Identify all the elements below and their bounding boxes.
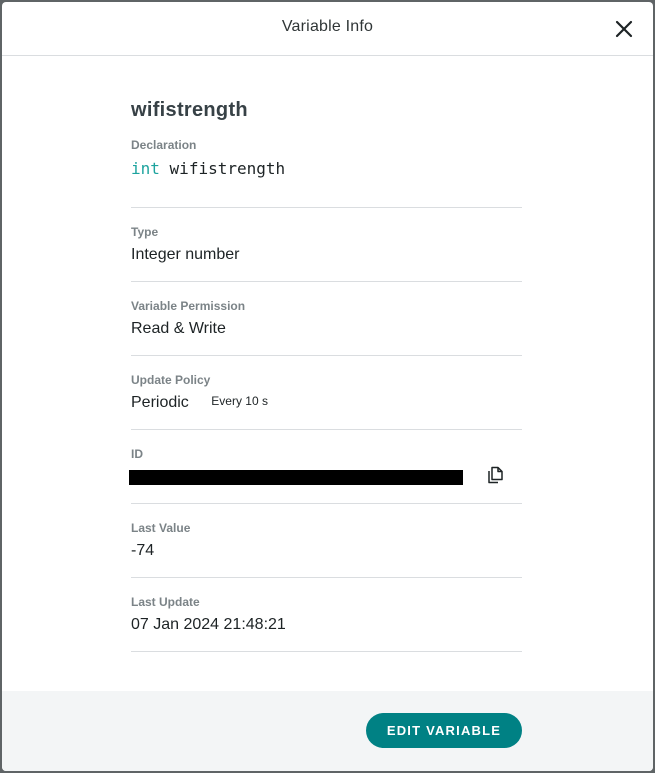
last-value-field: Last Value -74 <box>131 504 522 578</box>
permission-field: Variable Permission Read & Write <box>131 282 522 356</box>
update-policy-interval: Every 10 s <box>211 394 268 408</box>
close-icon <box>615 20 633 38</box>
type-label: Type <box>131 225 159 239</box>
type-field: Type Integer number <box>131 208 522 282</box>
declaration-value: int wifistrength <box>131 159 285 178</box>
type-value: Integer number <box>131 246 240 263</box>
last-update-label: Last Update <box>131 595 200 609</box>
variable-name: wifistrength <box>131 99 248 121</box>
modal-header: Variable Info <box>2 2 653 56</box>
declaration-label: Declaration <box>131 138 197 152</box>
id-value-redacted <box>129 470 463 485</box>
last-value-label: Last Value <box>131 521 191 535</box>
last-value-value: -74 <box>131 542 155 559</box>
edit-variable-button[interactable]: EDIT VARIABLE <box>366 713 522 748</box>
copy-icon <box>488 466 503 484</box>
permission-value: Read & Write <box>131 320 226 337</box>
copy-id-button[interactable] <box>485 465 505 485</box>
declaration-identifier: wifistrength <box>169 159 286 178</box>
modal-title: Variable Info <box>281 18 374 35</box>
update-policy-field: Update Policy Periodic Every 10 s <box>131 356 522 430</box>
update-policy-value: Periodic <box>131 394 189 411</box>
declaration-field: Declaration int wifistrength <box>131 135 522 208</box>
close-button[interactable] <box>613 18 635 40</box>
modal-footer: EDIT VARIABLE <box>2 691 653 771</box>
last-update-value: 07 Jan 2024 21:48:21 <box>131 616 286 633</box>
permission-label: Variable Permission <box>131 299 246 313</box>
variable-info-modal: Variable Info wifistrength Declaration i… <box>2 2 653 771</box>
variable-details: wifistrength Declaration int wifistrengt… <box>129 56 522 652</box>
declaration-keyword: int <box>131 159 160 178</box>
update-policy-value-row: Periodic Every 10 s <box>131 394 268 412</box>
id-label: ID <box>131 447 143 461</box>
update-policy-label: Update Policy <box>131 373 211 387</box>
id-field: ID <box>129 430 522 504</box>
last-update-field: Last Update 07 Jan 2024 21:48:21 <box>131 578 522 652</box>
